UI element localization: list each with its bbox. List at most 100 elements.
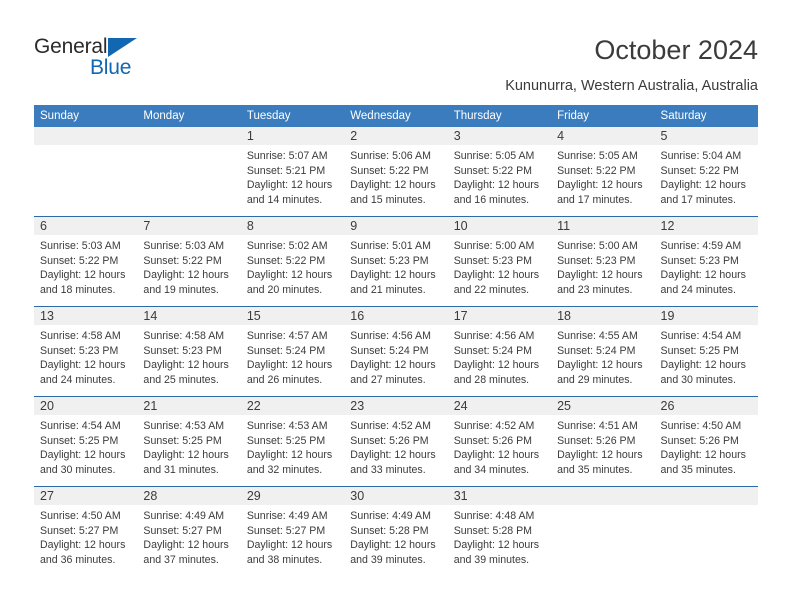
daylight-text: Daylight: 12 hours and 22 minutes.	[453, 269, 540, 296]
day-details: Sunrise: 4:54 AM Sunset: 5:25 PM Daylight:…	[34, 415, 137, 477]
sunrise-text: Sunrise: 4:54 AM	[40, 420, 121, 432]
day-cell[interactable]: 28 Sunrise: 4:49 AM Sunset: 5:27 PM Dayligh…	[137, 486, 241, 576]
day-cell[interactable]	[654, 486, 758, 576]
day-details: Sunrise: 4:48 AM Sunset: 5:28 PM Daylight:…	[448, 505, 551, 567]
sunset-text: Sunset: 5:28 PM	[350, 524, 429, 537]
day-cell[interactable]: 27 Sunrise: 4:50 AM Sunset: 5:27 PM Dayligh…	[34, 486, 138, 576]
daylight-text: Daylight: 12 hours and 39 minutes.	[350, 539, 436, 566]
sunrise-text: Sunrise: 5:04 AM	[660, 150, 742, 162]
sunset-text: Sunset: 5:22 PM	[246, 254, 326, 267]
day-cell[interactable]: 11 Sunrise: 5:00 AM Sunset: 5:23 PM Dayligh…	[551, 216, 655, 307]
day-cell[interactable]: 6 Sunrise: 5:03 AM Sunset: 5:22 PM Daylight…	[34, 216, 138, 307]
calendar-page: General Blue October 2024 Kununurra, Wes…	[0, 0, 792, 612]
weekday-header-row: Sunday Monday Tuesday Wednesday Thursday…	[34, 105, 758, 127]
daylight-text: Daylight: 12 hours and 34 minutes.	[453, 449, 540, 476]
sunset-text: Sunset: 5:24 PM	[350, 344, 429, 357]
weekday-header-friday: Friday	[551, 105, 655, 127]
sunset-text: Sunset: 5:25 PM	[246, 434, 326, 447]
day-cell[interactable]: 22 Sunrise: 4:53 AM Sunset: 5:25 PM Dayligh…	[240, 396, 345, 487]
page-title: October 2024	[594, 35, 758, 65]
day-details: Sunrise: 4:59 AM Sunset: 5:23 PM Daylight:…	[655, 235, 758, 297]
day-cell[interactable]: 8 Sunrise: 5:02 AM Sunset: 5:22 PM Daylight…	[240, 216, 345, 307]
day-cell[interactable]: 26 Sunrise: 4:50 AM Sunset: 5:26 PM Dayligh…	[654, 396, 758, 487]
day-cell[interactable]: 18 Sunrise: 4:55 AM Sunset: 5:24 PM Dayligh…	[551, 306, 655, 397]
day-cell[interactable]: 31 Sunrise: 4:48 AM Sunset: 5:28 PM Dayligh…	[447, 486, 552, 576]
day-cell[interactable]: 24 Sunrise: 4:52 AM Sunset: 5:26 PM Dayligh…	[447, 396, 552, 487]
sunset-text: Sunset: 5:25 PM	[660, 344, 739, 357]
day-cell[interactable]	[34, 127, 138, 217]
sunset-text: Sunset: 5:23 PM	[660, 254, 739, 267]
day-number: 11	[551, 217, 655, 235]
day-cell[interactable]: 7 Sunrise: 5:03 AM Sunset: 5:22 PM Daylight…	[137, 216, 241, 307]
general-blue-logo[interactable]: General Blue	[34, 36, 234, 86]
day-number: 4	[551, 127, 655, 145]
day-number: 24	[447, 397, 552, 415]
day-details: Sunrise: 4:52 AM Sunset: 5:26 PM Daylight:…	[344, 415, 447, 477]
day-number: 10	[447, 217, 552, 235]
day-number: 12	[654, 217, 758, 235]
sunset-text: Sunset: 5:28 PM	[453, 524, 533, 537]
day-details: Sunrise: 4:54 AM Sunset: 5:25 PM Daylight:…	[655, 325, 758, 387]
day-details: Sunrise: 4:49 AM Sunset: 5:28 PM Daylight:…	[344, 505, 447, 567]
sunset-text: Sunset: 5:24 PM	[453, 344, 533, 357]
day-details: Sunrise: 4:53 AM Sunset: 5:25 PM Daylight:…	[241, 415, 344, 477]
day-number: 6	[34, 217, 138, 235]
sunset-text: Sunset: 5:22 PM	[143, 254, 222, 267]
day-cell[interactable]: 19 Sunrise: 4:54 AM Sunset: 5:25 PM Dayligh…	[654, 306, 758, 397]
day-details: Sunrise: 5:04 AM Sunset: 5:22 PM Daylight:…	[655, 145, 758, 207]
day-cell[interactable]: 13 Sunrise: 4:58 AM Sunset: 5:23 PM Dayligh…	[34, 306, 138, 397]
day-cell[interactable]: 20 Sunrise: 4:54 AM Sunset: 5:25 PM Dayligh…	[34, 396, 138, 487]
daylight-text: Daylight: 12 hours and 15 minutes.	[350, 179, 436, 206]
sunset-text: Sunset: 5:27 PM	[40, 524, 119, 537]
day-cell[interactable]: 21 Sunrise: 4:53 AM Sunset: 5:25 PM Dayligh…	[137, 396, 241, 487]
calendar-week-row: 27 Sunrise: 4:50 AM Sunset: 5:27 PM Dayligh…	[34, 486, 758, 576]
day-number	[551, 487, 655, 505]
day-cell[interactable]: 15 Sunrise: 4:57 AM Sunset: 5:24 PM Dayligh…	[240, 306, 345, 397]
sunrise-text: Sunrise: 5:05 AM	[453, 150, 535, 162]
weekday-header-monday: Monday	[137, 105, 241, 127]
day-details: Sunrise: 4:58 AM Sunset: 5:23 PM Daylight:…	[34, 325, 137, 387]
day-number: 3	[447, 127, 552, 145]
day-cell[interactable]: 5 Sunrise: 5:04 AM Sunset: 5:22 PM Daylight…	[654, 127, 758, 217]
sunrise-text: Sunrise: 5:06 AM	[350, 150, 431, 162]
day-cell[interactable]: 9 Sunrise: 5:01 AM Sunset: 5:23 PM Daylight…	[344, 216, 448, 307]
page-subtitle-location: Kununurra, Western Australia, Australia	[505, 78, 758, 94]
day-cell[interactable]	[137, 127, 241, 217]
day-details: Sunrise: 5:01 AM Sunset: 5:23 PM Daylight:…	[344, 235, 447, 297]
day-cell[interactable]: 23 Sunrise: 4:52 AM Sunset: 5:26 PM Dayligh…	[344, 396, 448, 487]
day-details: Sunrise: 5:07 AM Sunset: 5:21 PM Daylight:…	[241, 145, 344, 207]
day-number: 27	[34, 487, 138, 505]
day-cell[interactable]: 30 Sunrise: 4:49 AM Sunset: 5:28 PM Dayligh…	[344, 486, 448, 576]
daylight-text: Daylight: 12 hours and 31 minutes.	[143, 449, 229, 476]
sunset-text: Sunset: 5:26 PM	[453, 434, 533, 447]
day-number	[654, 487, 758, 505]
daylight-text: Daylight: 12 hours and 38 minutes.	[246, 539, 333, 566]
day-cell[interactable]: 12 Sunrise: 4:59 AM Sunset: 5:23 PM Dayligh…	[654, 216, 758, 307]
day-number: 1	[240, 127, 345, 145]
sunrise-sunset-calendar: Sunday Monday Tuesday Wednesday Thursday…	[34, 105, 758, 576]
daylight-text: Daylight: 12 hours and 30 minutes.	[40, 449, 126, 476]
day-details: Sunrise: 4:49 AM Sunset: 5:27 PM Daylight:…	[241, 505, 344, 567]
day-cell[interactable]: 17 Sunrise: 4:56 AM Sunset: 5:24 PM Dayligh…	[447, 306, 552, 397]
daylight-text: Daylight: 12 hours and 35 minutes.	[660, 449, 746, 476]
day-cell[interactable]: 16 Sunrise: 4:56 AM Sunset: 5:24 PM Dayligh…	[344, 306, 448, 397]
day-details: Sunrise: 4:57 AM Sunset: 5:24 PM Daylight:…	[241, 325, 344, 387]
sunrise-text: Sunrise: 4:57 AM	[246, 330, 328, 342]
day-cell[interactable]: 1 Sunrise: 5:07 AM Sunset: 5:21 PM Daylight…	[240, 127, 345, 217]
day-number	[137, 127, 241, 145]
day-cell[interactable]: 25 Sunrise: 4:51 AM Sunset: 5:26 PM Dayligh…	[551, 396, 655, 487]
daylight-text: Daylight: 12 hours and 37 minutes.	[143, 539, 229, 566]
day-details: Sunrise: 5:00 AM Sunset: 5:23 PM Daylight:…	[448, 235, 551, 297]
day-cell[interactable]: 2 Sunrise: 5:06 AM Sunset: 5:22 PM Daylight…	[344, 127, 448, 217]
day-cell[interactable]: 29 Sunrise: 4:49 AM Sunset: 5:27 PM Dayligh…	[240, 486, 345, 576]
day-cell[interactable]: 14 Sunrise: 4:58 AM Sunset: 5:23 PM Dayligh…	[137, 306, 241, 397]
day-cell[interactable]: 4 Sunrise: 5:05 AM Sunset: 5:22 PM Daylight…	[551, 127, 655, 217]
day-number: 13	[34, 307, 138, 325]
day-details: Sunrise: 4:55 AM Sunset: 5:24 PM Daylight:…	[551, 325, 654, 387]
day-cell[interactable]: 10 Sunrise: 5:00 AM Sunset: 5:23 PM Dayligh…	[447, 216, 552, 307]
day-cell[interactable]	[551, 486, 655, 576]
sunset-text: Sunset: 5:26 PM	[557, 434, 636, 447]
sunset-text: Sunset: 5:25 PM	[143, 434, 222, 447]
day-cell[interactable]: 3 Sunrise: 5:05 AM Sunset: 5:22 PM Daylight…	[447, 127, 552, 217]
day-number: 14	[137, 307, 241, 325]
